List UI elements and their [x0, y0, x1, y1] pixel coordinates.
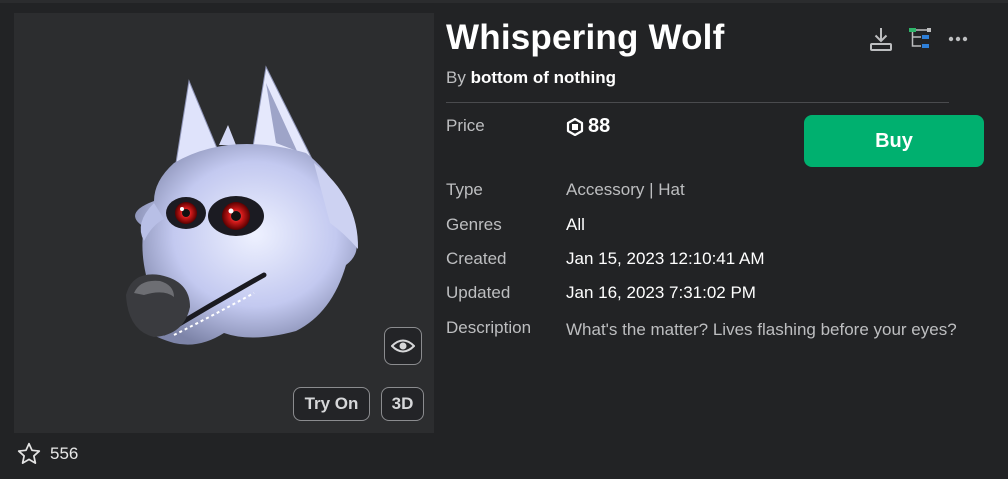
download-button[interactable] [866, 24, 896, 54]
more-options-button[interactable] [943, 24, 973, 54]
genres-label: Genres [446, 215, 502, 234]
type-label: Type [446, 180, 483, 199]
description-label: Description [446, 318, 532, 337]
try-on-button[interactable]: Try On [293, 387, 370, 421]
description-text: What's the matter? Lives flashing before… [566, 320, 957, 339]
favorite-count: 556 [50, 444, 79, 463]
item-preview[interactable]: Try On 3D [14, 13, 434, 433]
creator-link[interactable]: bottom of nothing [471, 68, 616, 87]
price-amount: 88 [588, 115, 611, 137]
buy-button[interactable]: Buy [804, 115, 984, 167]
robux-icon [566, 117, 584, 136]
created-label: Created [446, 249, 507, 268]
divider [446, 102, 949, 103]
hierarchy-button[interactable] [905, 24, 935, 54]
by-prefix: By [446, 68, 466, 87]
more-icon [948, 36, 968, 42]
item-thumbnail [126, 65, 359, 345]
download-icon [870, 28, 892, 51]
star-icon[interactable] [16, 441, 42, 467]
creator-byline: By bottom of nothing [446, 68, 616, 88]
created-value: Jan 15, 2023 12:10:41 AM [566, 249, 765, 268]
type-value[interactable]: Accessory | Hat [566, 180, 685, 200]
genres-value: All [566, 215, 585, 234]
updated-value: Jan 16, 2023 7:31:02 PM [566, 283, 756, 302]
favorite-control[interactable]: 556 [16, 441, 78, 467]
view-3d-button[interactable]: 3D [381, 387, 424, 421]
preview-eye-button[interactable] [384, 327, 422, 365]
item-title: Whispering Wolf [446, 18, 725, 57]
updated-label: Updated [446, 283, 511, 302]
hierarchy-icon [909, 28, 931, 48]
top-strip [0, 0, 1008, 3]
price-label: Price [446, 116, 485, 135]
price-value: 88 [566, 115, 610, 138]
eye-icon [391, 339, 415, 353]
